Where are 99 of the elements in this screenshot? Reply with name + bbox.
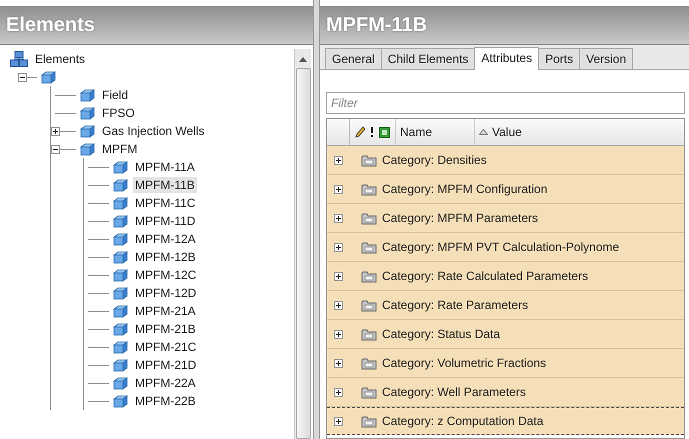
category-row[interactable]: Category: MPFM PVT Calculation-Polynome [327, 233, 684, 262]
tree-item[interactable]: MPFM-12B [133, 249, 198, 265]
cube-icon [112, 286, 128, 300]
tree-item[interactable]: Elements [33, 50, 88, 66]
tree-item[interactable]: MPFM-21B [133, 321, 198, 337]
tree-item[interactable]: Field [100, 87, 130, 103]
expand-icon[interactable] [334, 156, 343, 164]
folder-icon [361, 328, 377, 340]
collapse-icon[interactable] [51, 144, 60, 154]
tree-item[interactable]: MPFM-11C [133, 195, 198, 211]
filter-field[interactable]: Filter [326, 92, 685, 114]
category-row[interactable]: Category: Rate Calculated Parameters [327, 262, 684, 291]
cube-icon [112, 376, 128, 390]
category-label: Category: z Computation Data [382, 414, 544, 428]
folder-icon [361, 270, 377, 282]
expand-icon[interactable] [334, 416, 343, 426]
category-label: Category: Status Data [382, 327, 500, 341]
grid-icon[interactable] [379, 126, 390, 138]
expand-icon[interactable] [334, 388, 343, 396]
folder-icon [361, 386, 377, 398]
category-label: Category: MPFM PVT Calculation-Polynome [382, 240, 620, 254]
expand-icon[interactable] [334, 300, 343, 310]
category-row[interactable]: Category: Rate Parameters [327, 291, 684, 320]
exclamation-icon[interactable] [370, 126, 374, 138]
cube-icon [79, 142, 95, 156]
cube-icon [40, 70, 56, 84]
cube-icon [112, 196, 128, 210]
tree-item[interactable]: MPFM-21C [133, 339, 198, 355]
tree-item[interactable]: MPFM-12C [133, 267, 198, 283]
scroll-up-icon[interactable] [299, 57, 307, 62]
column-header[interactable]: Value [474, 119, 526, 145]
tree-item[interactable]: MPFM-11D [133, 213, 198, 229]
cube-icon [79, 88, 95, 102]
column-header[interactable]: Name [395, 119, 474, 145]
scroll-thumb[interactable] [296, 68, 310, 439]
folder-icon [361, 414, 377, 428]
tab[interactable]: Child Elements [380, 48, 476, 69]
tree-item[interactable]: Gas Injection Wells [100, 123, 206, 139]
pencil-icon[interactable] [355, 126, 365, 138]
folder-icon [361, 240, 377, 254]
tree-item[interactable]: MPFM-21A [133, 303, 198, 319]
cube-icon [112, 160, 128, 174]
folder-icon [361, 154, 377, 166]
cube-icon [112, 268, 128, 282]
category-label: Category: Rate Parameters [382, 298, 528, 312]
tab[interactable]: Version [579, 48, 634, 69]
tree-item[interactable]: MPFM-21D [133, 357, 198, 373]
expand-icon[interactable] [334, 184, 343, 194]
panel-title: MPFM-11B [326, 14, 428, 36]
category-row[interactable]: Category: Status Data [327, 320, 684, 349]
category-row[interactable]: Category: MPFM Configuration [327, 175, 684, 204]
tree-item[interactable]: MPFM-12A [133, 231, 198, 247]
hierarchy-icon [10, 50, 28, 66]
tree-item[interactable]: MPFM-22A [133, 375, 198, 391]
scrollbar[interactable] [294, 49, 311, 439]
category-label: Category: Well Parameters [382, 385, 526, 399]
expand-icon[interactable] [334, 330, 343, 338]
category-row[interactable]: Category: z Computation Data [327, 407, 684, 435]
category-label: Category: Volumetric Fractions [382, 356, 546, 370]
cube-icon [112, 340, 128, 354]
category-label: Category: Rate Calculated Parameters [382, 269, 588, 283]
category-row[interactable]: Category: MPFM Parameters [327, 204, 684, 233]
folder-icon [361, 212, 377, 224]
category-row[interactable]: Category: Well Parameters [327, 378, 684, 407]
cube-icon [112, 322, 128, 336]
expand-icon[interactable] [334, 272, 343, 280]
cube-icon [112, 394, 128, 408]
cube-icon [79, 124, 95, 138]
cube-icon [112, 232, 128, 246]
tree-item[interactable]: MPFM [100, 141, 140, 157]
cube-icon [112, 250, 128, 264]
tab[interactable]: Attributes [474, 47, 540, 70]
cube-icon [112, 178, 128, 192]
folder-icon [361, 182, 377, 196]
tab[interactable]: Ports [538, 48, 580, 69]
expand-icon[interactable] [51, 126, 60, 136]
tree-item[interactable]: MPFM-22B [133, 393, 198, 409]
folder-icon [361, 298, 377, 312]
tab[interactable]: General [325, 48, 382, 69]
cube-icon [79, 106, 95, 120]
cube-icon [112, 214, 128, 228]
panel-title: Elements [6, 14, 95, 36]
expand-icon[interactable] [334, 214, 343, 222]
expand-icon[interactable] [334, 358, 343, 368]
tree-item[interactable]: MPFM-11B [133, 177, 197, 193]
category-row[interactable]: Category: Densities [327, 146, 684, 175]
category-label: Category: MPFM Configuration [382, 182, 548, 196]
tree-item[interactable]: FPSO [100, 105, 137, 121]
expand-icon[interactable] [334, 242, 343, 252]
tree-item[interactable]: MPFM-11A [133, 159, 197, 175]
tree-item[interactable]: MPFM-12D [133, 285, 198, 301]
category-label: Category: MPFM Parameters [382, 211, 538, 225]
folder-icon [361, 356, 377, 370]
cube-icon [112, 304, 128, 318]
cube-icon [112, 358, 128, 372]
category-label: Category: Densities [382, 153, 487, 167]
sort-up-icon [479, 129, 488, 135]
collapse-icon[interactable] [18, 72, 27, 82]
category-row[interactable]: Category: Volumetric Fractions [327, 349, 684, 378]
